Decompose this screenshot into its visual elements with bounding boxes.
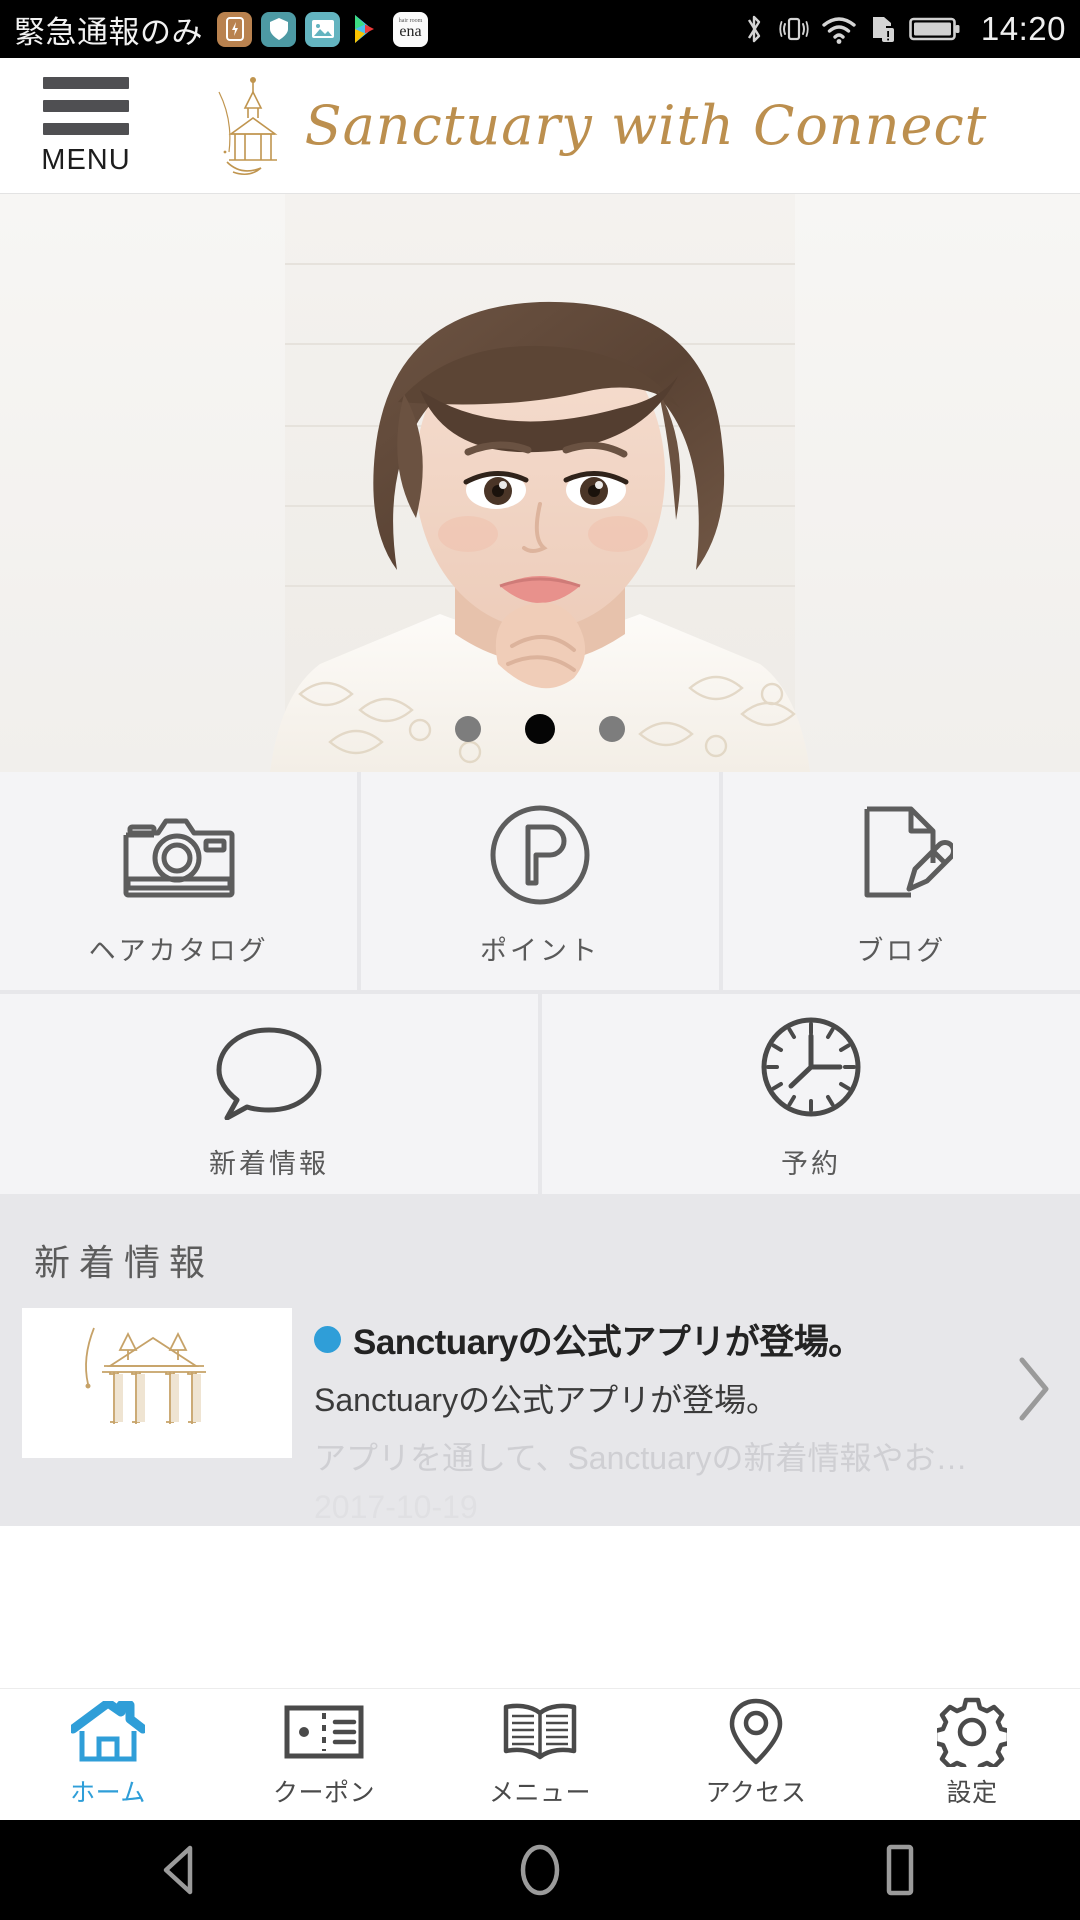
tab-menu[interactable]: メニュー (432, 1689, 648, 1820)
carrier-label: 緊急通報のみ (14, 14, 203, 50)
tab-label: クーポン (272, 1777, 375, 1807)
tile-blog[interactable]: ブログ (722, 772, 1080, 990)
gallery-app-icon (305, 11, 340, 47)
tab-access[interactable]: アクセス (648, 1689, 864, 1820)
map-pin-icon (727, 1698, 785, 1764)
news-section-title: 新着情報 (34, 1243, 215, 1284)
tile-reservation[interactable]: 予約 (542, 994, 1080, 1194)
hamburger-menu-button[interactable]: MENU (38, 76, 134, 176)
tab-settings[interactable]: 設定 (864, 1689, 1080, 1820)
carousel-dot[interactable] (599, 716, 625, 742)
clock-icon (758, 1008, 864, 1120)
sim-card-alert-icon (872, 17, 894, 42)
temple-logo-icon (207, 74, 299, 178)
tab-coupon[interactable]: クーポン (216, 1689, 432, 1820)
security-shield-app-icon (261, 11, 296, 47)
quick-menu-row-2: 新着情報 予約 (0, 994, 1080, 1198)
triangle-left-icon (163, 1845, 193, 1895)
logo-wordmark: Sanctuary with Connect (304, 94, 988, 157)
tile-label: ヘアカタログ (88, 935, 269, 967)
hero-carousel[interactable] (0, 194, 1080, 772)
tile-hair-catalog[interactable]: ヘアカタログ (0, 772, 358, 990)
camera-icon (120, 795, 238, 907)
carousel-dot-active[interactable] (525, 714, 555, 744)
tile-label: 予約 (781, 1148, 841, 1180)
wifi-icon (822, 17, 856, 44)
back-button[interactable] (120, 1842, 240, 1898)
vibrate-icon (779, 17, 809, 41)
bottom-tab-bar: ホーム クーポン メニュー アクセス 設定 (0, 1688, 1080, 1820)
hero-image (0, 194, 1080, 772)
play-store-app-icon (349, 12, 384, 47)
recents-button[interactable] (840, 1842, 960, 1898)
status-bar-clock: 14:20 (980, 10, 1066, 47)
open-book-icon (502, 1701, 578, 1763)
tile-news[interactable]: 新着情報 (0, 994, 538, 1194)
status-bar: 緊急通報のみ hair room ena 14:20 (0, 0, 1080, 58)
hamburger-bar (43, 99, 129, 112)
speech-bubble-icon (213, 1008, 325, 1120)
battery-icon (909, 17, 960, 41)
hamburger-bar (43, 122, 129, 135)
tile-label: ポイント (479, 935, 600, 967)
news-list-item[interactable]: Sanctuaryの公式アプリが登場。 Sanctuaryの公式アプリが登場。 … (0, 1308, 1080, 1526)
status-bar-app-icons: hair room ena (217, 11, 428, 47)
home-button[interactable] (480, 1842, 600, 1898)
news-bullet-icon (314, 1326, 341, 1353)
chevron-right-icon[interactable] (1014, 1354, 1054, 1424)
tab-home[interactable]: ホーム (0, 1689, 216, 1820)
coupon-ticket-icon (284, 1701, 364, 1763)
tab-label: 設定 (946, 1777, 998, 1807)
app-header: MENU Sanctuary with Connect (0, 58, 1080, 194)
hamburger-bar (43, 76, 129, 89)
news-summary-line-1: Sanctuaryの公式アプリが登場。 (314, 1382, 779, 1418)
status-bar-system-icons: 14:20 (741, 10, 1066, 48)
news-text-block: Sanctuaryの公式アプリが登場。 Sanctuaryの公式アプリが登場。 … (292, 1308, 1080, 1526)
tile-point[interactable]: ポイント (361, 772, 719, 990)
news-headline: Sanctuaryの公式アプリが登場。 (353, 1323, 863, 1362)
home-icon (71, 1700, 145, 1763)
tab-label: ホーム (70, 1777, 146, 1807)
battery-saver-app-icon (217, 11, 252, 47)
carousel-dot[interactable] (455, 716, 481, 742)
news-section: 新着情報 Sanctuaryの公式アプリが登場。 Sanctuaryの公式アプリ… (0, 1198, 1080, 1526)
brand-logo[interactable]: Sanctuary with Connect (134, 74, 1080, 178)
gear-icon (937, 1697, 1007, 1767)
tile-label: 新着情報 (209, 1148, 329, 1180)
news-summary-line-2: アプリを通して、Sanctuaryの新着情報やお… (314, 1440, 968, 1476)
carousel-dots[interactable] (0, 714, 1080, 744)
tab-label: メニュー (488, 1777, 591, 1807)
bluetooth-icon (747, 15, 761, 43)
news-headline-row: Sanctuaryの公式アプリが登場。 (314, 1314, 1020, 1365)
menu-label: MENU (41, 143, 131, 176)
circle-icon (520, 1844, 560, 1896)
news-thumbnail (22, 1308, 292, 1458)
ena-hair-room-app-icon: hair room ena (393, 11, 428, 47)
point-p-circle-icon (488, 795, 592, 907)
square-icon (886, 1844, 914, 1896)
document-pencil-icon (849, 795, 954, 907)
tab-label: アクセス (705, 1777, 807, 1807)
quick-menu-row-1: ヘアカタログ ポイント ブログ (0, 772, 1080, 994)
news-date: 2017-10-19 (314, 1489, 478, 1525)
quick-menu-grid: ヘアカタログ ポイント ブログ 新着情報 予約 (0, 772, 1080, 1198)
android-navigation-bar (0, 1820, 1080, 1920)
tile-label: ブログ (856, 935, 947, 967)
